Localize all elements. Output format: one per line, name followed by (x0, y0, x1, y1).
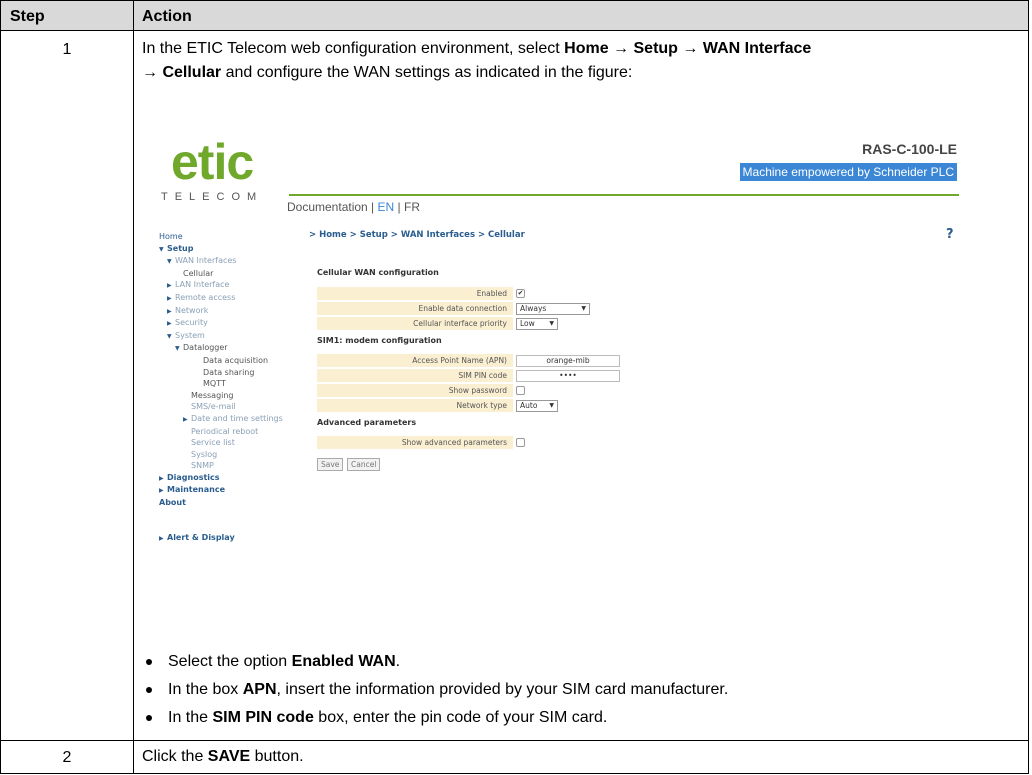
nav-messaging[interactable]: Messaging (159, 390, 299, 402)
nav-syslog[interactable]: Syslog (159, 449, 299, 461)
nav-security[interactable]: ▶ Security (159, 317, 299, 330)
header-divider (289, 194, 959, 196)
nav-cellular[interactable]: Cellular (159, 268, 299, 280)
nav-date-time[interactable]: ▶ Date and time settings (159, 413, 299, 426)
dropdown-arrow-icon: ▼ (581, 305, 586, 312)
lang-en-link[interactable]: EN (378, 200, 395, 214)
collapsed-icon: ▶ (159, 474, 164, 482)
sim-pin-label: SIM PIN code (317, 369, 513, 383)
nav-system[interactable]: ▼ System (159, 330, 299, 343)
nav-wan-interfaces[interactable]: ▼ WAN Interfaces (159, 255, 299, 268)
collapsed-icon: ▶ (167, 320, 172, 328)
table-header: Step Action (1, 1, 1028, 31)
nav-maintenance[interactable]: ▶ Maintenance (159, 484, 299, 497)
dropdown-arrow-icon: ▼ (549, 402, 554, 409)
save-button[interactable]: Save (317, 458, 344, 471)
nav-snmp[interactable]: SNMP (159, 460, 299, 472)
nav-about[interactable]: About (159, 497, 299, 509)
show-password-label: Show password (317, 384, 513, 398)
enabled-checkbox[interactable]: ✔ (516, 289, 525, 298)
nav-periodical-reboot[interactable]: Periodical reboot (159, 426, 299, 438)
network-type-select[interactable]: Auto ▼ (516, 400, 558, 412)
row1-step-number: 1 (62, 41, 72, 58)
nav-data-acquisition[interactable]: Data acquisition (159, 355, 299, 367)
help-icon[interactable]: ? (946, 227, 954, 242)
show-advanced-label: Show advanced parameters (317, 436, 513, 450)
expanded-icon: ▼ (159, 245, 164, 253)
tagline: Machine empowered by Schneider PLC (739, 163, 957, 181)
nav-network[interactable]: ▶ Network (159, 305, 299, 318)
row2-text: Click the SAVE button. (142, 748, 304, 765)
breadcrumb: > Home > Setup > WAN Interfaces > Cellul… (309, 230, 525, 240)
expanded-icon: ▼ (167, 332, 172, 340)
row2-step-number: 2 (62, 749, 72, 766)
nav-home[interactable]: Home (159, 231, 299, 243)
wan-config-screenshot: etic TELECOM RAS-C-100-LE Machine empowe… (159, 131, 959, 626)
header-action: Action (142, 8, 192, 25)
nav-remote-access[interactable]: ▶ Remote access (159, 292, 299, 305)
dropdown-arrow-icon: ▼ (549, 320, 554, 327)
column-divider (133, 1, 134, 773)
collapsed-icon: ▶ (167, 294, 172, 302)
section-advanced: Advanced parameters (317, 418, 417, 427)
nav-sms-email[interactable]: SMS/e-mail (159, 401, 299, 413)
data-connection-select[interactable]: Always ▼ (516, 303, 590, 315)
enabled-label: Enabled (317, 287, 513, 301)
sidebar-nav: Home ▼ Setup ▼ WAN Interfaces Cellular ▶ LA… (159, 231, 299, 544)
apn-input[interactable]: orange-mib (516, 355, 620, 367)
nav-diagnostics[interactable]: ▶ Diagnostics (159, 472, 299, 485)
network-type-label: Network type (317, 399, 513, 413)
row-divider (1, 740, 1028, 741)
nav-alert-display[interactable]: ▶ Alert & Display (159, 532, 299, 545)
doc-links: Documentation | EN | FR (287, 200, 420, 214)
cancel-button[interactable]: Cancel (347, 458, 381, 471)
nav-mqtt[interactable]: MQTT (159, 378, 299, 390)
collapsed-icon: ▶ (167, 282, 172, 290)
priority-select[interactable]: Low ▼ (516, 318, 558, 330)
nav-lan-interface[interactable]: ▶ LAN Interface (159, 279, 299, 292)
section-cellular-wan: Cellular WAN configuration (317, 268, 439, 277)
etic-logo: etic TELECOM (161, 134, 264, 203)
show-password-checkbox[interactable] (516, 386, 525, 395)
collapsed-icon: ▶ (183, 415, 188, 423)
section-sim1: SIM1: modem configuration (317, 336, 442, 345)
header-step: Step (10, 8, 45, 25)
nav-service-list[interactable]: Service list (159, 437, 299, 449)
data-connection-label: Enable data connection (317, 302, 513, 316)
nav-datalogger[interactable]: ▼ Datalogger (159, 342, 299, 355)
collapsed-icon: ▶ (159, 487, 164, 495)
collapsed-icon: ▶ (167, 307, 172, 315)
show-advanced-checkbox[interactable] (516, 438, 525, 447)
expanded-icon: ▼ (167, 258, 172, 266)
row1-intro: In the ETIC Telecom web configuration en… (142, 40, 812, 81)
documentation-link[interactable]: Documentation (287, 200, 368, 214)
nav-data-sharing[interactable]: Data sharing (159, 367, 299, 379)
lang-fr-link[interactable]: FR (404, 200, 420, 214)
apn-label: Access Point Name (APN) (317, 354, 513, 368)
sim-pin-input[interactable]: •••• (516, 370, 620, 382)
nav-setup[interactable]: ▼ Setup (159, 243, 299, 256)
collapsed-icon: ▶ (159, 534, 164, 542)
expanded-icon: ▼ (175, 345, 180, 353)
priority-label: Cellular interface priority (317, 317, 513, 331)
device-name: RAS-C-100-LE (862, 141, 957, 157)
procedure-table: Step Action 1 In the ETIC Telecom web co… (0, 0, 1029, 774)
